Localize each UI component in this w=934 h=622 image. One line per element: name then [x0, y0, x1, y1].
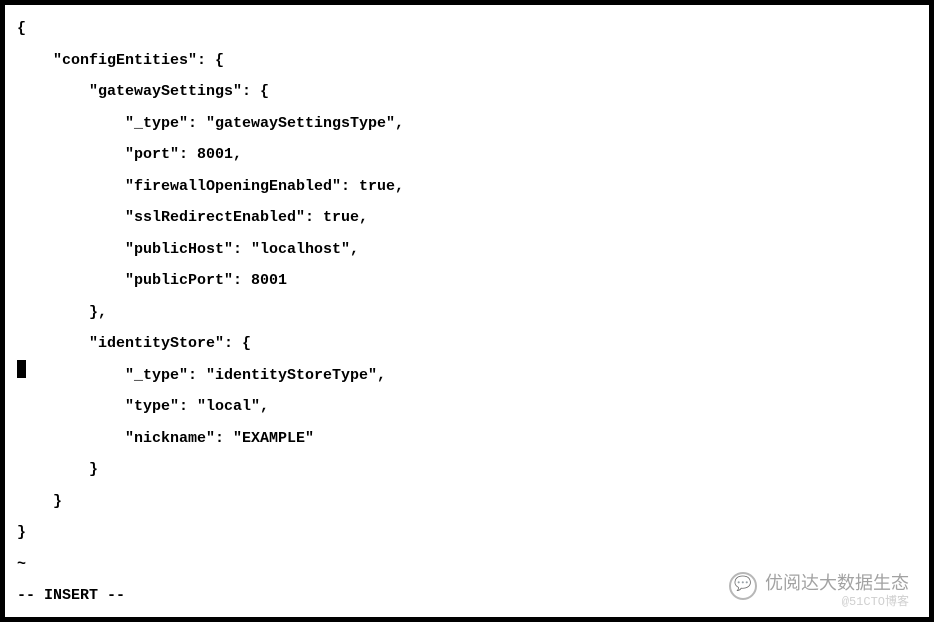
- code-line-cursor: "_type": "identityStoreType",: [17, 367, 386, 384]
- cursor-block: [17, 360, 26, 378]
- code-line: "_type": "gatewaySettingsType",: [17, 115, 404, 132]
- code-line: "configEntities": {: [17, 52, 224, 69]
- code-line: {: [17, 20, 26, 37]
- code-line: "type": "local",: [17, 398, 269, 415]
- code-line: "gatewaySettings": {: [17, 83, 269, 100]
- code-line: "nickname": "EXAMPLE": [17, 430, 314, 447]
- code-line: "port": 8001,: [17, 146, 242, 163]
- code-line: "identityStore": {: [17, 335, 251, 352]
- code-line: "firewallOpeningEnabled": true,: [17, 178, 404, 195]
- terminal-window[interactable]: { "configEntities": { "gatewaySettings":…: [5, 5, 929, 617]
- code-line: }: [17, 461, 98, 478]
- code-line: }: [17, 524, 26, 541]
- vim-mode-status: -- INSERT --: [17, 587, 125, 604]
- code-line: "publicHost": "localhost",: [17, 241, 359, 258]
- code-line: }: [17, 493, 62, 510]
- chat-bubble-icon: 💬: [729, 572, 757, 600]
- editor-content[interactable]: { "configEntities": { "gatewaySettings":…: [17, 13, 917, 612]
- code-line: },: [17, 304, 107, 321]
- code-line: "sslRedirectEnabled": true,: [17, 209, 368, 226]
- code-line: "publicPort": 8001: [17, 272, 287, 289]
- tilde-marker: ~: [17, 556, 26, 573]
- watermark-source: @51CTO博客: [842, 590, 909, 615]
